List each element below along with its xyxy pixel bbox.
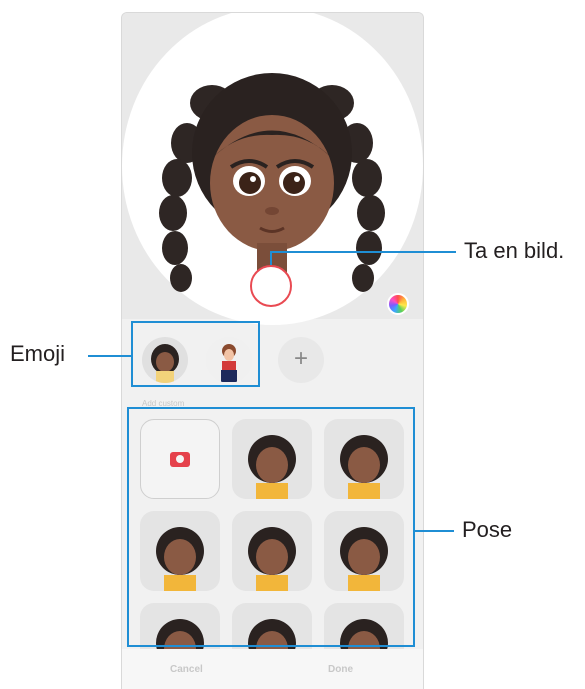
- pose-callout-box: [127, 407, 415, 647]
- add-emoji-button[interactable]: +: [278, 337, 324, 383]
- done-button[interactable]: Done: [328, 664, 353, 675]
- cancel-button[interactable]: Cancel: [170, 664, 203, 675]
- capture-button[interactable]: [250, 265, 292, 307]
- emoji-callout-label: Emoji: [10, 341, 66, 366]
- emoji-callout-line: [88, 355, 132, 357]
- emoji-callout-box: [131, 321, 260, 387]
- pose-callout-line: [414, 530, 454, 532]
- capture-callout-label: Ta en bild.: [464, 238, 565, 263]
- pose-callout-label: Pose: [462, 517, 513, 542]
- bottom-bar: Cancel Done: [122, 649, 423, 689]
- camera-preview: [122, 13, 423, 325]
- capture-callout-line: [270, 251, 456, 253]
- capture-callout-drop: [270, 251, 272, 265]
- color-palette-button[interactable]: [387, 293, 409, 315]
